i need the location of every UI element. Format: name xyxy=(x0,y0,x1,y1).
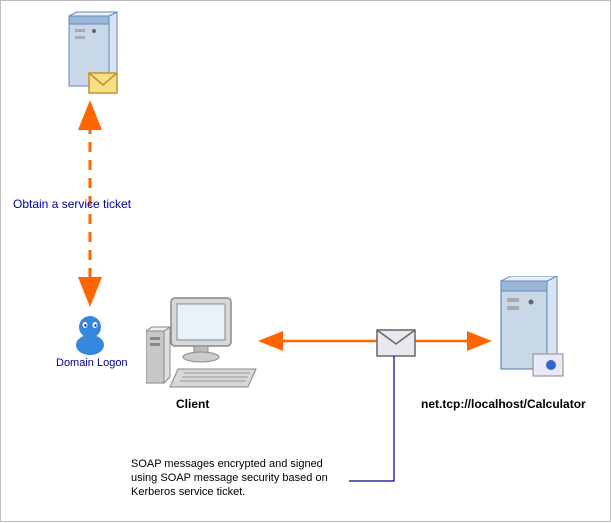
note-service-ticket: Obtain a service ticket xyxy=(13,197,131,211)
desktop-pc-icon xyxy=(146,293,266,393)
label-client: Client xyxy=(176,397,209,411)
label-server-url: net.tcp://localhost/Calculator xyxy=(421,397,586,411)
user-icon-wrap xyxy=(71,311,109,361)
client-pc xyxy=(146,293,266,398)
note-soap-l1: SOAP messages encrypted and signed xyxy=(131,457,351,471)
note-domain-logon: Domain Logon xyxy=(56,357,128,369)
note-soap-l3: Kerberos service ticket. xyxy=(131,485,351,499)
user-icon xyxy=(71,311,109,356)
server-with-folder-icon xyxy=(491,276,571,386)
server-right xyxy=(491,276,571,391)
server-with-envelope-icon xyxy=(61,11,126,106)
server-top xyxy=(61,11,126,111)
envelope-icon xyxy=(376,329,416,357)
note-soap-l2: using SOAP message security based on xyxy=(131,471,351,485)
envelope-on-wire xyxy=(376,329,416,362)
note-soap-block: SOAP messages encrypted and signed using… xyxy=(131,457,351,499)
